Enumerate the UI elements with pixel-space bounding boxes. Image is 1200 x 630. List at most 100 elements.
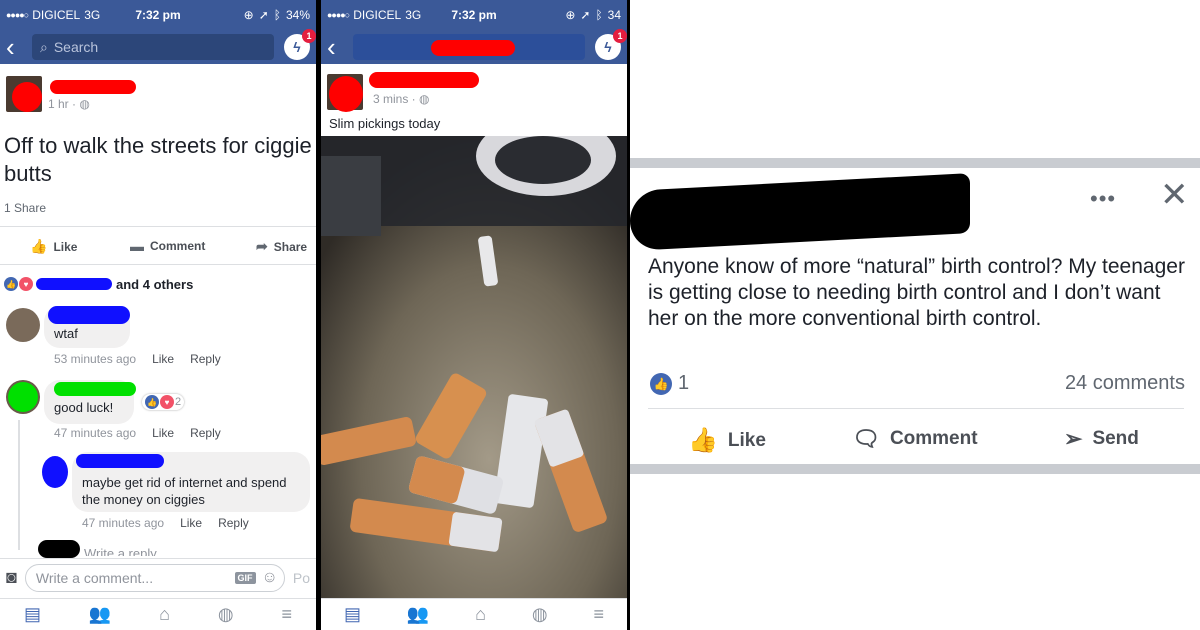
comment-like-link[interactable]: Like bbox=[152, 426, 174, 440]
comment-reactions[interactable]: 👍 ♥ 2 bbox=[142, 394, 185, 410]
comment-button[interactable]: 🗨 Comment bbox=[852, 426, 978, 452]
thread-line bbox=[18, 420, 20, 550]
bluetooth-icon: ᛒ bbox=[595, 8, 603, 22]
search-placeholder: Search bbox=[53, 39, 99, 55]
comment-composer: ◙ Write a comment... GIF ☺ Po bbox=[0, 558, 316, 596]
search-input[interactable]: ⌕ Search bbox=[32, 34, 274, 60]
comment-reply-link[interactable]: Reply bbox=[190, 352, 221, 366]
post-text: Off to walk the streets for ciggie butts bbox=[4, 133, 312, 186]
comment-text: maybe get rid of internet and spend the … bbox=[82, 475, 287, 507]
facebook-post-screenshot-3: ••• ✕ Anyone know of more “natural” birt… bbox=[630, 0, 1200, 630]
comment-like-link[interactable]: Like bbox=[180, 516, 202, 530]
reactions-others[interactable]: and 4 others bbox=[116, 277, 193, 292]
avatar[interactable] bbox=[6, 308, 40, 342]
comment-icon: 🗨 bbox=[852, 426, 880, 451]
back-icon[interactable]: ‹ bbox=[327, 34, 343, 60]
share-count[interactable]: 1 Share bbox=[4, 201, 46, 215]
like-count: 1 bbox=[678, 372, 690, 394]
emoji-icon[interactable]: ☺ bbox=[262, 569, 278, 587]
alarm-icon: ⊕ bbox=[243, 8, 254, 22]
comment-reply-link[interactable]: Reply bbox=[218, 516, 249, 530]
thumbs-up-icon: 👍 bbox=[30, 238, 48, 254]
bottom-tab-bar: ▤ 👥 ⌂ ◍ ≡ bbox=[321, 598, 627, 630]
menu-icon[interactable]: ≡ bbox=[282, 604, 293, 625]
post-meta: 3 mins · ◍ bbox=[373, 92, 430, 106]
divider-bar bbox=[630, 464, 1200, 474]
comment-time: 47 minutes ago bbox=[82, 516, 165, 530]
blank-area bbox=[630, 0, 1200, 158]
comment-meta: 47 minutes ago Like Reply bbox=[54, 426, 221, 440]
friends-icon[interactable]: 👥 bbox=[89, 604, 111, 625]
redaction-avatar bbox=[8, 382, 38, 412]
notification-badge: 1 bbox=[613, 29, 627, 43]
post-time: 3 mins bbox=[373, 92, 409, 106]
friends-icon[interactable]: 👥 bbox=[407, 604, 429, 625]
send-button[interactable]: ➢ Send bbox=[1064, 426, 1139, 452]
share-icon: ➦ bbox=[256, 238, 268, 254]
back-icon[interactable]: ‹ bbox=[6, 34, 22, 60]
comment-text: good luck! bbox=[54, 400, 114, 415]
comment-reply-link[interactable]: Reply bbox=[190, 426, 221, 440]
status-bar: ●●●●○ DIGICEL 3G 7:32 pm ⊕ ➚ ᛒ 34% bbox=[0, 0, 316, 30]
battery-percent: 34% bbox=[285, 8, 310, 22]
reply-input[interactable]: Write a reply... bbox=[84, 546, 167, 556]
redaction-avatar bbox=[42, 456, 68, 488]
share-button[interactable]: ➦ Share bbox=[256, 238, 307, 255]
reaction-count: 2 bbox=[175, 396, 182, 408]
more-options-icon[interactable]: ••• bbox=[1090, 186, 1116, 212]
alarm-icon: ⊕ bbox=[565, 8, 576, 22]
like-button[interactable]: 👍 Like bbox=[688, 426, 766, 455]
notification-badge: 1 bbox=[302, 29, 316, 43]
redaction-name bbox=[369, 72, 479, 88]
share-label: Share bbox=[273, 239, 308, 254]
comment-label: Comment bbox=[889, 428, 978, 449]
like-button[interactable]: 👍 Like bbox=[30, 238, 77, 255]
camera-icon[interactable]: ◙ bbox=[6, 567, 17, 588]
carrier-name: DIGICEL bbox=[353, 8, 402, 22]
thumbs-up-icon: 👍 bbox=[688, 427, 718, 454]
like-reaction-icon: 👍 bbox=[650, 372, 672, 395]
divider-bar bbox=[630, 158, 1200, 168]
messenger-icon[interactable]: ϟ1 bbox=[284, 29, 316, 60]
comment-like-link[interactable]: Like bbox=[152, 352, 174, 366]
like-summary[interactable]: 👍 1 bbox=[650, 372, 689, 395]
marketplace-icon[interactable]: ⌂ bbox=[475, 604, 486, 625]
divider bbox=[648, 408, 1184, 409]
location-icon: ➚ bbox=[580, 8, 591, 22]
redaction-title bbox=[431, 40, 515, 56]
news-feed-icon[interactable]: ▤ bbox=[24, 604, 41, 625]
nav-bar: ‹ ⌕ Search ϟ1 bbox=[0, 29, 316, 64]
close-icon[interactable]: ✕ bbox=[1160, 178, 1189, 212]
comment-icon: ▬ bbox=[130, 238, 144, 254]
signal-icon: ●●●●○ bbox=[6, 10, 29, 20]
comment-input[interactable]: Write a comment... GIF ☺ bbox=[24, 563, 285, 592]
reaction-icons[interactable]: 👍 ♥ bbox=[4, 277, 33, 291]
news-feed-icon[interactable]: ▤ bbox=[344, 604, 361, 625]
menu-icon[interactable]: ≡ bbox=[594, 604, 605, 625]
post-button[interactable]: Po bbox=[293, 570, 310, 586]
globe-notifications-icon[interactable]: ◍ bbox=[218, 604, 234, 625]
network-type: 3G bbox=[84, 8, 101, 22]
post-photo[interactable] bbox=[321, 136, 627, 598]
redaction-avatar bbox=[38, 540, 80, 558]
redaction-reactor-name bbox=[36, 278, 112, 290]
globe-icon: ◍ bbox=[419, 92, 430, 106]
send-icon: ➢ bbox=[1064, 426, 1083, 451]
globe-notifications-icon[interactable]: ◍ bbox=[532, 604, 548, 625]
gif-button[interactable]: GIF bbox=[234, 571, 256, 584]
redaction-commenter bbox=[76, 454, 164, 468]
battery-percent: 34 bbox=[607, 8, 621, 22]
comment-meta: 47 minutes ago Like Reply bbox=[82, 516, 249, 530]
messenger-icon[interactable]: ϟ1 bbox=[595, 29, 627, 60]
comment-text: wtaf bbox=[54, 326, 78, 341]
marketplace-icon[interactable]: ⌂ bbox=[159, 604, 170, 625]
redaction-avatar bbox=[329, 76, 363, 112]
love-reaction-icon: ♥ bbox=[160, 395, 174, 409]
network-type: 3G bbox=[405, 8, 422, 22]
globe-icon: ◍ bbox=[79, 97, 90, 111]
facebook-post-screenshot-1: ●●●●○ DIGICEL 3G 7:32 pm ⊕ ➚ ᛒ 34% ‹ ⌕ Sea… bbox=[0, 0, 316, 630]
comments-count[interactable]: 24 comments bbox=[1065, 372, 1185, 395]
divider bbox=[0, 226, 316, 227]
comment-button[interactable]: ▬ Comment bbox=[130, 238, 205, 254]
signal-icon: ●●●●○ bbox=[327, 10, 350, 20]
